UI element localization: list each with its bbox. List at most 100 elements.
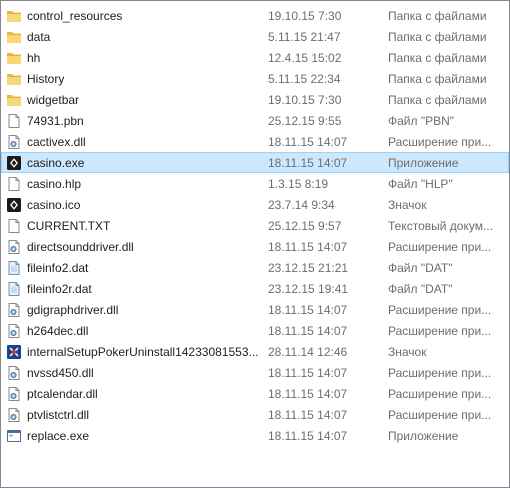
file-name: h264dec.dll [27, 324, 89, 338]
file-type: Файл "DAT" [388, 261, 453, 275]
file-type: Расширение при... [388, 366, 492, 380]
dll-icon [6, 386, 22, 402]
file-type: Файл "HLP" [388, 177, 453, 191]
file-type: Значок [388, 198, 427, 212]
file-date-modified: 18.11.15 14:07 [268, 156, 348, 170]
file-row[interactable]: fileinfo2.dat 23.12.15 21:21 Файл "DAT" [1, 257, 509, 278]
file-row[interactable]: casino.exe 18.11.15 14:07 Приложение [1, 152, 509, 173]
file-row[interactable]: internalSetupPokerUninstall14233081553..… [1, 341, 509, 362]
file-name: nvssd450.dll [27, 366, 94, 380]
file-row[interactable]: replace.exe 18.11.15 14:07 Приложение [1, 425, 509, 446]
file-row[interactable]: nvssd450.dll 18.11.15 14:07 Расширение при… [1, 362, 509, 383]
dll-icon [6, 239, 22, 255]
file-type: Папка с файлами [388, 9, 487, 23]
file-row[interactable]: h264dec.dll 18.11.15 14:07 Расширение при.… [1, 320, 509, 341]
file-name: hh [27, 51, 41, 65]
file-row[interactable]: fileinfo2r.dat 23.12.15 19:41 Файл "DAT" [1, 278, 509, 299]
file-name: ptvlistctrl.dll [27, 408, 90, 422]
file-row[interactable]: 74931.pbn 25.12.15 9:55 Файл "PBN" [1, 110, 509, 131]
file-name: widgetbar [27, 93, 80, 107]
file-date-modified: 5.11.15 21:47 [268, 30, 341, 44]
file-row[interactable]: cactivex.dll 18.11.15 14:07 Расширение при… [1, 131, 509, 152]
file-name: control_resources [27, 9, 123, 23]
dll-icon [6, 134, 22, 150]
file-type: Папка с файлами [388, 51, 487, 65]
file-row[interactable]: directsounddriver.dll 18.11.15 14:07 Расши… [1, 236, 509, 257]
dat-file-icon [6, 281, 22, 297]
file-name: fileinfo2.dat [27, 261, 89, 275]
file-name: gdigraphdriver.dll [27, 303, 119, 317]
file-type: Папка с файлами [388, 93, 487, 107]
file-date-modified: 23.7.14 9:34 [268, 198, 335, 212]
file-date-modified: 1.3.15 8:19 [268, 177, 329, 191]
file-name: casino.exe [27, 156, 85, 170]
dll-icon [6, 323, 22, 339]
file-date-modified: 18.11.15 14:07 [268, 408, 348, 422]
file-type: Файл "DAT" [388, 282, 453, 296]
folder-icon [6, 29, 22, 45]
folder-icon [6, 92, 22, 108]
file-name: casino.hlp [27, 177, 82, 191]
dll-icon [6, 365, 22, 381]
file-type: Расширение при... [388, 240, 492, 254]
blank-file-icon [6, 218, 22, 234]
file-name: cactivex.dll [27, 135, 86, 149]
file-row[interactable]: ptcalendar.dll 18.11.15 14:07 Расширение п… [1, 383, 509, 404]
casino-app-icon [6, 155, 22, 171]
file-type: Текстовый докум... [388, 219, 493, 233]
file-list: control_resources 19.10.15 7:30 Папка с фа… [1, 5, 509, 446]
casino-app-icon [6, 197, 22, 213]
file-name: CURRENT.TXT [27, 219, 111, 233]
file-date-modified: 18.11.15 14:07 [268, 240, 348, 254]
dll-icon [6, 407, 22, 423]
file-date-modified: 18.11.15 14:07 [268, 135, 348, 149]
file-date-modified: 18.11.15 14:07 [268, 366, 348, 380]
file-date-modified: 18.11.15 14:07 [268, 324, 348, 338]
file-row[interactable]: gdigraphdriver.dll 18.11.15 14:07 Расширен… [1, 299, 509, 320]
file-row[interactable]: CURRENT.TXT 25.12.15 9:57 Текстовый докум.… [1, 215, 509, 236]
file-row[interactable]: data 5.11.15 21:47 Папка с файлами [1, 26, 509, 47]
file-type: Файл "PBN" [388, 114, 455, 128]
file-type: Приложение [388, 156, 459, 170]
file-date-modified: 18.11.15 14:07 [268, 387, 348, 401]
file-type: Расширение при... [388, 135, 492, 149]
file-type: Расширение при... [388, 303, 492, 317]
file-date-modified: 5.11.15 22:34 [268, 72, 341, 86]
file-name: data [27, 30, 51, 44]
file-name: ptcalendar.dll [27, 387, 98, 401]
file-name: replace.exe [27, 429, 90, 443]
file-name: casino.ico [27, 198, 81, 212]
file-name: History [27, 72, 65, 86]
blank-file-icon [6, 113, 22, 129]
file-date-modified: 25.12.15 9:57 [268, 219, 342, 233]
file-row[interactable]: hh 12.4.15 15:02 Папка с файлами [1, 47, 509, 68]
file-type: Папка с файлами [388, 30, 487, 44]
file-date-modified: 23.12.15 19:41 [268, 282, 349, 296]
file-date-modified: 28.11.14 12:46 [268, 345, 348, 359]
folder-icon [6, 71, 22, 87]
file-row[interactable]: History 5.11.15 22:34 Папка с файлами [1, 68, 509, 89]
file-row[interactable]: casino.ico 23.7.14 9:34 Значок [1, 194, 509, 215]
poker-icon [6, 344, 22, 360]
file-list-pane: control_resources 19.10.15 7:30 Папка с фа… [0, 0, 510, 488]
dll-icon [6, 302, 22, 318]
file-date-modified: 12.4.15 15:02 [268, 51, 342, 65]
file-row[interactable]: ptvlistctrl.dll 18.11.15 14:07 Расширение … [1, 404, 509, 425]
file-row[interactable]: control_resources 19.10.15 7:30 Папка с фа… [1, 5, 509, 26]
file-date-modified: 18.11.15 14:07 [268, 303, 348, 317]
file-type: Приложение [388, 429, 459, 443]
file-row[interactable]: casino.hlp 1.3.15 8:19 Файл "HLP" [1, 173, 509, 194]
exe-window-icon [6, 428, 22, 444]
file-type: Расширение при... [388, 387, 492, 401]
file-type: Расширение при... [388, 324, 492, 338]
file-date-modified: 19.10.15 7:30 [268, 9, 342, 23]
file-name: directsounddriver.dll [27, 240, 134, 254]
folder-icon [6, 8, 22, 24]
blank-file-icon [6, 176, 22, 192]
file-date-modified: 18.11.15 14:07 [268, 429, 348, 443]
file-date-modified: 19.10.15 7:30 [268, 93, 342, 107]
file-row[interactable]: widgetbar 19.10.15 7:30 Папка с файлами [1, 89, 509, 110]
folder-icon [6, 50, 22, 66]
dat-file-icon [6, 260, 22, 276]
file-type: Значок [388, 345, 427, 359]
